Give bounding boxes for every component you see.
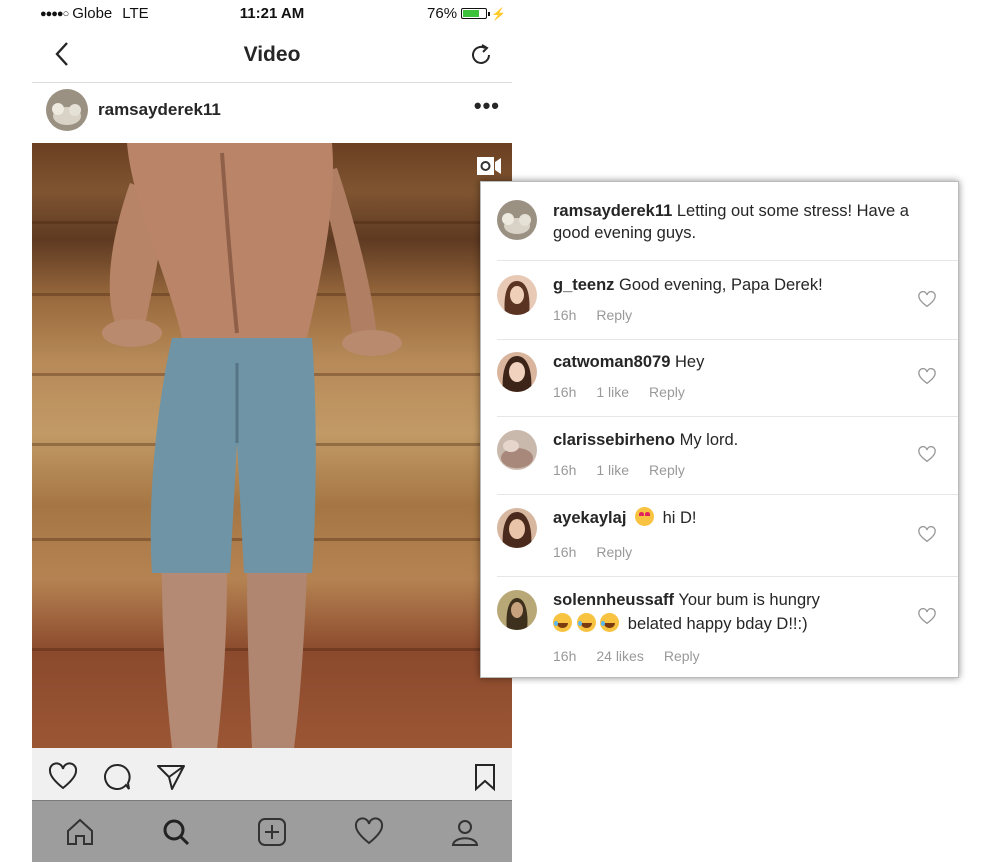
post-caption: ramsayderek11 Letting out some stress! H… [497, 200, 942, 260]
like-button[interactable] [48, 762, 78, 792]
comment-time: 16h [553, 544, 577, 560]
comment-text: Hey [675, 353, 705, 371]
comment-username[interactable]: clarissebirheno [553, 431, 675, 449]
comment-username[interactable]: ayekaylaj [553, 509, 626, 527]
instagram-phone-screenshot: ●●●●○ Globe LTE 11:21 AM 76% ⚡ Video ram… [32, 0, 512, 862]
comment-item: clarissebirheno My lord. 16h 1 like Repl… [497, 416, 958, 495]
comments-panel: ramsayderek11 Letting out some stress! H… [480, 181, 959, 678]
comment-icon [104, 763, 131, 790]
comment-username[interactable]: solennheussaff [553, 591, 674, 609]
battery-icon [461, 8, 491, 19]
comment-item: catwoman8079 Hey 16h 1 like Reply [497, 338, 958, 417]
chevron-left-icon [55, 42, 68, 66]
refresh-button[interactable] [466, 40, 496, 70]
heart-icon [48, 762, 78, 790]
battery-percent: 76% [427, 5, 458, 22]
commenter-avatar[interactable] [497, 352, 537, 392]
more-options-icon[interactable]: ••• [474, 93, 500, 119]
activity-heart-icon [354, 817, 384, 845]
tab-home[interactable] [63, 815, 97, 849]
comment-time: 16h [553, 307, 577, 323]
charging-icon: ⚡ [491, 6, 506, 21]
reply-button[interactable]: Reply [649, 384, 685, 400]
laughing-emoji [553, 613, 572, 632]
video-camera-icon [476, 153, 502, 179]
comment-likes[interactable]: 24 likes [596, 648, 643, 664]
refresh-icon [472, 44, 490, 64]
comment-likes[interactable]: 1 like [596, 462, 629, 478]
save-button[interactable] [470, 762, 500, 792]
commenter-avatar[interactable] [497, 590, 537, 630]
post-author-avatar[interactable] [46, 89, 88, 131]
reply-button[interactable]: Reply [649, 462, 685, 478]
heart-eyes-emoji [635, 507, 654, 526]
post-video[interactable] [32, 143, 512, 748]
comment-like-heart-icon[interactable] [918, 526, 936, 544]
tab-profile[interactable] [448, 815, 482, 849]
bookmark-icon [475, 764, 495, 792]
post-header: ramsayderek11 ••• [32, 83, 512, 144]
send-icon [157, 765, 185, 790]
comment-item: ayekaylaj hi D! 16h Reply [497, 494, 958, 577]
tab-search[interactable] [159, 815, 193, 849]
comment-button[interactable] [102, 762, 132, 792]
post-actions [32, 748, 512, 800]
reply-button[interactable]: Reply [596, 544, 632, 560]
share-button[interactable] [156, 762, 186, 792]
comment-time: 16h [553, 462, 577, 478]
comment-item: solennheussaff Your bum is hungry belate… [497, 576, 958, 677]
home-icon [67, 818, 93, 845]
tab-new-post[interactable] [255, 815, 289, 849]
page-title: Video [243, 43, 301, 66]
reply-button[interactable]: Reply [596, 307, 632, 323]
navigation-bar: Video [32, 28, 512, 83]
comment-text: My lord. [679, 431, 739, 449]
add-post-icon [258, 818, 286, 846]
comment-text: Your bum is hungry [678, 591, 820, 609]
post-author-username[interactable]: ramsayderek11 [98, 100, 221, 120]
reply-button[interactable]: Reply [664, 648, 700, 664]
comment-likes[interactable]: 1 like [596, 384, 629, 400]
caption-author-avatar[interactable] [497, 200, 537, 240]
comment-text: hi D! [662, 509, 697, 527]
search-icon [163, 819, 190, 846]
comment-time: 16h [553, 648, 577, 664]
commenter-avatar[interactable] [497, 508, 537, 548]
bottom-tab-bar [32, 800, 512, 862]
comment-like-heart-icon[interactable] [918, 291, 936, 309]
comment-username[interactable]: catwoman8079 [553, 353, 670, 371]
back-button[interactable] [48, 40, 76, 68]
comment-text-continued: belated happy bday D!!:) [627, 615, 808, 633]
comment-like-heart-icon[interactable] [918, 368, 936, 386]
commenter-avatar[interactable] [497, 275, 537, 315]
comment-item: g_teenz Good evening, Papa Derek! 16h Re… [497, 260, 958, 340]
comment-username[interactable]: g_teenz [553, 276, 614, 294]
commenter-avatar[interactable] [497, 430, 537, 470]
video-person-image [102, 143, 402, 748]
comment-text: Good evening, Papa Derek! [619, 276, 823, 294]
caption-username[interactable]: ramsayderek11 [553, 202, 672, 220]
status-bar: ●●●●○ Globe LTE 11:21 AM 76% ⚡ [32, 0, 512, 28]
comment-like-heart-icon[interactable] [918, 446, 936, 464]
comment-time: 16h [553, 384, 577, 400]
laughing-emoji [576, 613, 596, 632]
comment-like-heart-icon[interactable] [918, 608, 936, 626]
profile-icon [451, 820, 479, 846]
laughing-emoji [600, 613, 620, 632]
tab-activity[interactable] [352, 815, 386, 849]
